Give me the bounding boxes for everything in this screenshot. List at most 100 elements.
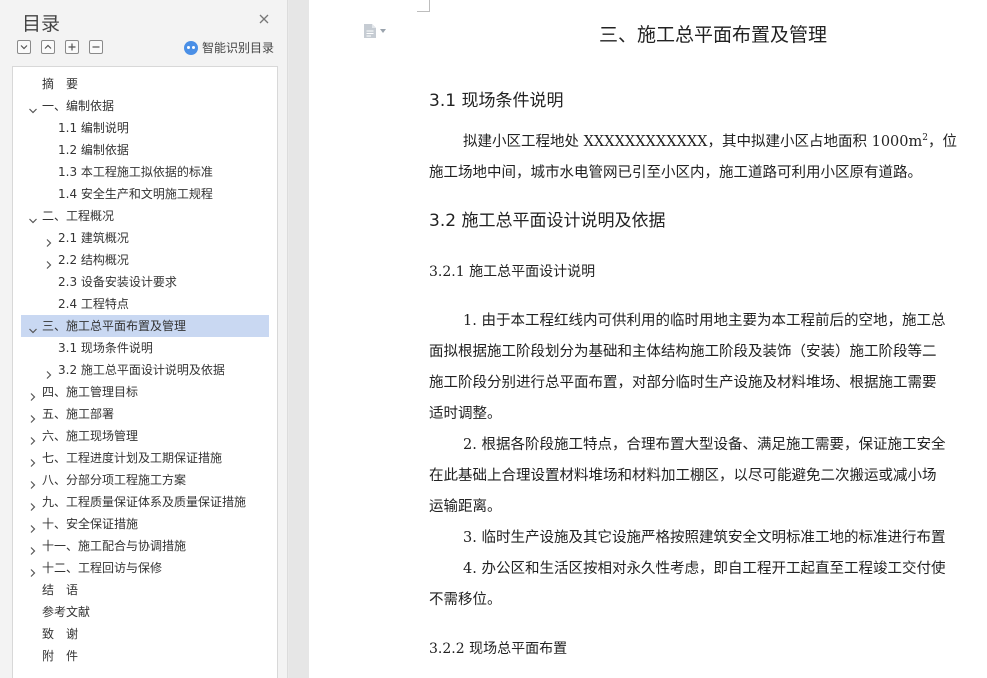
- toc-item-label: 五、施工部署: [42, 407, 115, 421]
- toc-item[interactable]: 四、施工管理目标: [13, 381, 277, 403]
- toc-item[interactable]: 八、分部分项工程施工方案: [13, 469, 277, 491]
- smart-toc-label: 智能识别目录: [202, 41, 275, 55]
- chevron-right-icon[interactable]: [28, 453, 38, 467]
- toc-item[interactable]: 十一、施工配合与协调措施: [13, 535, 277, 557]
- heading-3-2-2: 3.2.2 现场总平面布置: [429, 641, 568, 657]
- chevron-down-icon[interactable]: [28, 211, 38, 224]
- paragraph-line: 施工阶段分别进行总平面布置，对部分临时生产设施及材料堆场、根据施工需要: [429, 375, 937, 391]
- document-view-button[interactable]: [363, 23, 386, 39]
- chevron-right-icon[interactable]: [28, 431, 38, 445]
- minus-icon: [92, 46, 100, 48]
- paragraph-text: ，位: [927, 134, 957, 150]
- remove-heading-button[interactable]: [89, 40, 103, 54]
- chevron-right-icon[interactable]: [44, 255, 54, 269]
- toc-item[interactable]: 六、施工现场管理: [13, 425, 277, 447]
- paragraph-line: 在此基础上合理设置材料堆场和材料加工棚区，以尽可能避免二次搬运或减小场: [429, 468, 937, 484]
- expand-all-button[interactable]: [17, 40, 31, 54]
- heading-3-2-1: 3.2.1 施工总平面设计说明: [429, 264, 596, 280]
- chevron-right-icon[interactable]: [44, 233, 54, 247]
- chevron-right-icon[interactable]: [28, 563, 38, 577]
- plus-icon: [68, 43, 76, 51]
- toc-item-label: 一、编制依据: [42, 99, 115, 113]
- heading-3-1: 3.1 现场条件说明: [429, 91, 564, 111]
- toc-item-label: 结 语: [42, 583, 79, 597]
- chevron-down-icon[interactable]: [28, 321, 38, 334]
- toc-pane: 目录 智能识别目录 摘 要一、编制依据 1.1 编制说明 1.2 编制依据 1.3 本…: [0, 0, 288, 678]
- toc-item[interactable]: 1.3 本工程施工拟依据的标准: [13, 161, 277, 183]
- chevron-down-icon[interactable]: [28, 101, 38, 114]
- paragraph-text: 拟建小区工程地处 XXXXXXXXXXXX，其中拟建小区占地面积 1000m: [463, 134, 923, 150]
- toc-item[interactable]: 附 件: [13, 645, 277, 667]
- toc-item[interactable]: 1.4 安全生产和文明施工规程: [13, 183, 277, 205]
- toc-item-label: 3.1 现场条件说明: [58, 341, 153, 355]
- chevron-up-icon: [44, 44, 52, 49]
- collapse-all-button[interactable]: [41, 40, 55, 54]
- chevron-right-icon[interactable]: [28, 387, 38, 401]
- caret-down-icon: [380, 29, 386, 33]
- toc-item[interactable]: 致 谢: [13, 623, 277, 645]
- toc-item[interactable]: 九、工程质量保证体系及质量保证措施: [13, 491, 277, 513]
- toc-item-label: 六、施工现场管理: [42, 429, 139, 443]
- chevron-right-icon[interactable]: [28, 475, 38, 489]
- toc-item-label: 1.4 安全生产和文明施工规程: [58, 187, 213, 201]
- toc-item-label: 致 谢: [42, 627, 79, 641]
- toc-item[interactable]: 3.2 施工总平面设计说明及依据: [13, 359, 277, 381]
- toc-item-label: 摘 要: [42, 77, 79, 91]
- toc-item-label: 十二、工程回访与保修: [42, 561, 163, 575]
- toc-item[interactable]: 七、工程进度计划及工期保证措施: [13, 447, 277, 469]
- toc-item-label: 3.2 施工总平面设计说明及依据: [58, 363, 225, 377]
- toc-item-label: 附 件: [42, 649, 79, 663]
- toc-item-label: 2.1 建筑概况: [58, 231, 129, 245]
- paragraph-line: 适时调整。: [429, 406, 502, 422]
- toc-item[interactable]: 五、施工部署: [13, 403, 277, 425]
- toc-item[interactable]: 二、工程概况: [13, 205, 277, 227]
- page-corner-mark: [417, 11, 430, 12]
- paragraph-line: 运输距离。: [429, 499, 502, 515]
- toc-item-label: 2.2 结构概况: [58, 253, 129, 267]
- toc-item[interactable]: 1.1 编制说明: [13, 117, 277, 139]
- paragraph-3-1: 拟建小区工程地处 XXXXXXXXXXXX，其中拟建小区占地面积 1000m2，…: [429, 130, 957, 151]
- section-title: 三、施工总平面布置及管理: [599, 24, 828, 46]
- smart-robot-icon: [184, 40, 198, 55]
- toc-item-label: 二、工程概况: [42, 209, 115, 223]
- chevron-right-icon[interactable]: [28, 497, 38, 511]
- toc-item[interactable]: 3.1 现场条件说明: [13, 337, 277, 359]
- toc-item[interactable]: 结 语: [13, 579, 277, 601]
- toc-item[interactable]: 2.3 设备安装设计要求: [13, 271, 277, 293]
- add-heading-button[interactable]: [65, 40, 79, 54]
- paragraph-line: 3. 临时生产设施及其它设施严格按照建筑安全文明标准工地的标准进行布置: [463, 530, 946, 546]
- toc-item-label: 九、工程质量保证体系及质量保证措施: [42, 495, 247, 509]
- toc-item[interactable]: 一、编制依据: [13, 95, 277, 117]
- paragraph-line: 4. 办公区和生活区按相对永久性考虑，即自工程开工起直至工程竣工交付使: [463, 561, 946, 577]
- toc-pane-title: 目录: [22, 13, 61, 35]
- heading-3-2: 3.2 施工总平面设计说明及依据: [429, 211, 666, 231]
- paragraph-3-1-cont: 施工场地中间，城市水电管网已引至小区内，施工道路可利用小区原有道路。: [429, 165, 922, 181]
- toc-item[interactable]: 2.4 工程特点: [13, 293, 277, 315]
- toc-item-label: 参考文献: [42, 605, 91, 619]
- chevron-down-icon: [20, 45, 28, 50]
- toc-item[interactable]: 1.2 编制依据: [13, 139, 277, 161]
- paragraph-line: 面拟根据施工阶段划分为基础和主体结构施工阶段及装饰（安装）施工阶段等二: [429, 344, 937, 360]
- close-icon[interactable]: [256, 11, 272, 27]
- toc-item-label: 三、施工总平面布置及管理: [42, 319, 187, 333]
- chevron-right-icon[interactable]: [44, 365, 54, 379]
- toc-item[interactable]: 参考文献: [13, 601, 277, 623]
- page-gutter: [289, 0, 309, 678]
- toc-item[interactable]: 2.1 建筑概况: [13, 227, 277, 249]
- toc-item[interactable]: 2.2 结构概况: [13, 249, 277, 271]
- toc-item-label: 八、分部分项工程施工方案: [42, 473, 187, 487]
- paragraph-line: 1. 由于本工程红线内可供利用的临时用地主要为本工程前后的空地，施工总: [463, 313, 946, 329]
- toc-item[interactable]: 三、施工总平面布置及管理: [21, 315, 269, 337]
- toc-item-label: 十一、施工配合与协调措施: [42, 539, 187, 553]
- chevron-right-icon[interactable]: [28, 409, 38, 423]
- document-icon: [364, 24, 376, 38]
- toc-item-label: 十、安全保证措施: [42, 517, 139, 531]
- smart-toc-button[interactable]: 智能识别目录: [184, 39, 274, 56]
- toc-item[interactable]: 摘 要: [13, 73, 277, 95]
- toc-item-label: 1.3 本工程施工拟依据的标准: [58, 165, 213, 179]
- toc-item[interactable]: 十、安全保证措施: [13, 513, 277, 535]
- toc-item-label: 2.4 工程特点: [58, 297, 129, 311]
- chevron-right-icon[interactable]: [28, 541, 38, 555]
- toc-item[interactable]: 十二、工程回访与保修: [13, 557, 277, 579]
- chevron-right-icon[interactable]: [28, 519, 38, 533]
